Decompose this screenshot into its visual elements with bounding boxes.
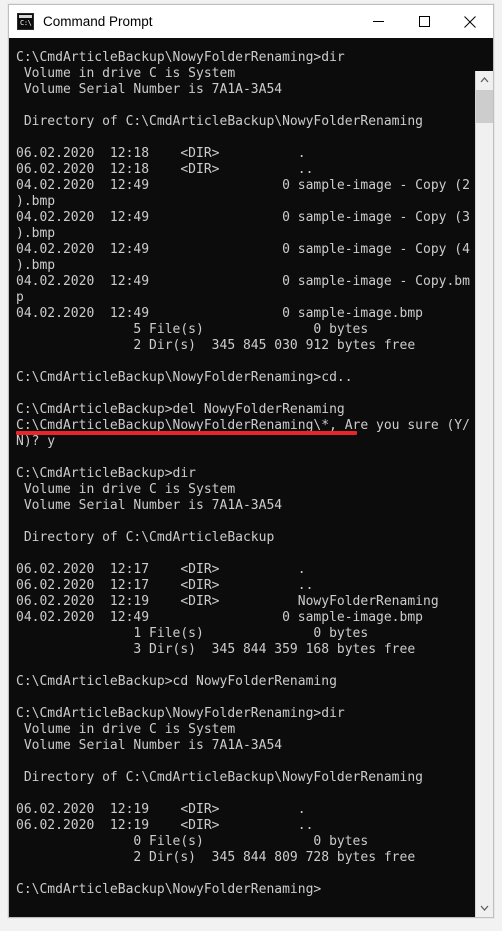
terminal-line: Volume in drive C is System: [16, 722, 236, 737]
cmd-icon-prompt-text: C:\: [20, 19, 32, 27]
chevron-up-icon: [480, 77, 489, 83]
terminal-line: 06.02.2020 12:17 <DIR> .: [16, 562, 306, 577]
terminal-line: 04.02.2020 12:49 0 sample-image - Copy (…: [16, 210, 470, 225]
terminal-line: 5 File(s) 0 bytes: [16, 322, 369, 337]
terminal-line: 06.02.2020 12:17 <DIR> ..: [16, 578, 314, 593]
terminal-line: ).bmp: [16, 194, 56, 209]
terminal-line: 06.02.2020 12:18 <DIR> ..: [16, 162, 314, 177]
terminal-line: 2 Dir(s) 345 845 030 912 bytes free: [16, 338, 416, 353]
terminal-line: ).bmp: [16, 226, 56, 241]
close-icon: [464, 15, 476, 28]
scrollbar-thumb[interactable]: [476, 90, 493, 123]
terminal-output[interactable]: C:\CmdArticleBackup\NowyFolderRenaming>d…: [9, 38, 483, 917]
scrollbar-track[interactable]: [476, 89, 493, 899]
maximize-button[interactable]: [401, 5, 447, 38]
close-button[interactable]: [447, 5, 493, 38]
cmd-icon: C:\: [17, 13, 34, 30]
title-bar[interactable]: C:\ Command Prompt: [9, 5, 493, 38]
terminal-line: C:\CmdArticleBackup\NowyFolderRenaming>c…: [16, 370, 353, 385]
terminal-line: 1 File(s) 0 bytes: [16, 626, 369, 641]
terminal-line: 04.02.2020 12:49 0 sample-image.bmp: [16, 610, 423, 625]
terminal-line: 04.02.2020 12:49 0 sample-image.bmp: [16, 306, 423, 321]
minimize-icon: [372, 21, 384, 22]
terminal-line: Volume in drive C is System: [16, 482, 236, 497]
scroll-up-arrow[interactable]: [476, 71, 493, 89]
terminal-line: C:\CmdArticleBackup>cd NowyFolderRenamin…: [16, 674, 337, 689]
terminal-line: Directory of C:\CmdArticleBackup\NowyFol…: [16, 114, 423, 129]
terminal-line: ).bmp: [16, 258, 56, 273]
terminal-area[interactable]: C:\CmdArticleBackup\NowyFolderRenaming>d…: [9, 38, 493, 917]
terminal-line: 3 Dir(s) 345 844 359 168 bytes free: [16, 642, 416, 657]
terminal-line: Directory of C:\CmdArticleBackup: [16, 530, 275, 545]
terminal-line: Volume Serial Number is 7A1A-3A54: [16, 498, 283, 513]
terminal-line: Volume Serial Number is 7A1A-3A54: [16, 738, 283, 753]
terminal-line: C:\CmdArticleBackup>dir: [16, 466, 197, 481]
window-controls: [355, 5, 493, 38]
terminal-line: C:\CmdArticleBackup\NowyFolderRenaming\*…: [16, 418, 470, 435]
terminal-line: 0 File(s) 0 bytes: [16, 834, 369, 849]
maximize-icon: [418, 16, 430, 27]
terminal-line: 04.02.2020 12:49 0 sample-image - Copy.b…: [16, 274, 470, 289]
chevron-down-icon: [480, 905, 489, 911]
terminal-line: 06.02.2020 12:19 <DIR> NowyFolderRenamin…: [16, 594, 439, 609]
terminal-line: p: [16, 290, 24, 305]
terminal-line: 06.02.2020 12:19 <DIR> ..: [16, 818, 314, 833]
terminal-line: C:\CmdArticleBackup\NowyFolderRenaming>d…: [16, 706, 345, 721]
terminal-line: C:\CmdArticleBackup>del NowyFolderRenami…: [16, 402, 345, 417]
terminal-line: 06.02.2020 12:18 <DIR> .: [16, 146, 306, 161]
terminal-line: C:\CmdArticleBackup\NowyFolderRenaming>d…: [16, 50, 345, 65]
terminal-line: 04.02.2020 12:49 0 sample-image - Copy (…: [16, 242, 470, 257]
terminal-line: 04.02.2020 12:49 0 sample-image - Copy (…: [16, 178, 470, 193]
terminal-line: 2 Dir(s) 345 844 809 728 bytes free: [16, 850, 416, 865]
terminal-line: N)? y: [16, 434, 56, 449]
terminal-line: 06.02.2020 12:19 <DIR> .: [16, 802, 306, 817]
command-prompt-window: C:\ Command Prompt C:\CmdArticleBackup\N…: [8, 4, 494, 918]
window-title: Command Prompt: [43, 14, 153, 29]
terminal-line: C:\CmdArticleBackup\NowyFolderRenaming>: [16, 882, 322, 897]
terminal-line: Volume Serial Number is 7A1A-3A54: [16, 82, 283, 97]
page-root: C:\ Command Prompt C:\CmdArticleBackup\N…: [0, 0, 502, 931]
terminal-line: Directory of C:\CmdArticleBackup\NowyFol…: [16, 770, 423, 785]
minimize-button[interactable]: [355, 5, 401, 38]
cmd-icon-titlebar-strip: [19, 15, 32, 18]
terminal-line: Volume in drive C is System: [16, 66, 236, 81]
vertical-scrollbar[interactable]: [475, 71, 493, 917]
scroll-down-arrow[interactable]: [476, 899, 493, 917]
title-bar-left: C:\ Command Prompt: [9, 13, 355, 30]
